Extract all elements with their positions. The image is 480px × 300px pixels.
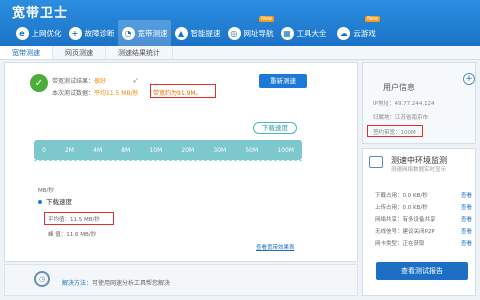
app-title: 宽带卫士: [12, 6, 69, 21]
tick-label: 4M: [93, 146, 103, 154]
rocket-icon: ➶: [132, 76, 139, 85]
view-link[interactable]: 查看: [461, 203, 472, 211]
retest-button[interactable]: 重新测速: [259, 74, 307, 88]
view-link[interactable]: 查看: [461, 215, 472, 223]
tick-label: 8M: [121, 146, 131, 154]
view-report-button[interactable]: 查看测试报告: [376, 262, 468, 280]
monitor-row: 网卡类型：正在获取: [375, 241, 425, 247]
tick-label: 10M: [149, 146, 163, 154]
new-badge: New: [259, 16, 274, 22]
result-line: 带宽测试结果：很好: [52, 78, 107, 85]
nav-item-cloud[interactable]: ☁ 云游戏 New: [330, 16, 383, 46]
plus-icon[interactable]: +: [463, 73, 475, 85]
tick-label: 20M: [181, 146, 195, 154]
tip-bar: [4, 264, 358, 296]
view-link[interactable]: 查看: [461, 191, 472, 199]
clock-icon: ◷: [34, 271, 50, 287]
tab-web[interactable]: 网页测速: [53, 46, 106, 59]
bandwidth-equiv: 带宽约为91.9M。: [153, 90, 202, 97]
chart-link[interactable]: 查看宽带效果表: [256, 243, 295, 251]
plus-cross-icon: +: [68, 26, 82, 40]
nav-item-speedtest[interactable]: ◔ 宽带测速: [118, 20, 171, 46]
download-peak: 峰 值：11.6 MB/秒: [48, 232, 97, 238]
nav-item-sites[interactable]: ◎ 网址导航 New: [224, 16, 277, 46]
nav-item-diagnose[interactable]: + 故障诊断: [65, 20, 118, 46]
user-title: 用户信息: [383, 83, 415, 92]
nav-item-boost[interactable]: ▲ 智能提速: [171, 20, 224, 46]
tick-label: 30M: [213, 146, 227, 154]
monitor-subtitle: 测速网络数据实时显示: [391, 167, 447, 173]
speed-icon: ◔: [121, 26, 135, 40]
download-title: 下载速度: [46, 198, 72, 206]
speed-tag: 下载速度: [253, 122, 297, 134]
monitor-row: 无线信号：建议关闭P2P: [375, 229, 435, 235]
gauge-baseline: [34, 160, 302, 166]
tick-label: 100M: [277, 146, 294, 154]
monitor-icon: [369, 156, 383, 168]
monitor-row: 上传占用：0.0 KB/秒: [375, 205, 428, 211]
gauge-ticks: 0 2M 4M 8M 10M 20M 30M 50M 100M: [34, 140, 302, 160]
tab-broadband[interactable]: 宽带测速: [0, 46, 53, 59]
toolbox-icon: ▦: [280, 26, 294, 40]
tab-stats[interactable]: 测速结果统计: [106, 46, 173, 59]
nav-item-tools[interactable]: ▦ 工具大全: [277, 20, 330, 46]
sub-tabs: 宽带测速 网页测速 测速结果统计: [0, 46, 480, 60]
new-badge: New: [365, 16, 380, 22]
user-card: 用户信息 + IP地址：49.77.244.124 归属地：江苏省南京市 签约带…: [362, 62, 476, 144]
top-bar: 宽带卫士 e 上网优化 + 故障诊断 ◔ 宽带测速 ▲ 智能提速 ◎ 网址导航 New ▦ 工…: [0, 0, 480, 52]
monitor-row: 网络共享：有多设备共享: [375, 217, 436, 223]
tick-label: 2M: [64, 146, 74, 154]
rocket-icon: ▲: [174, 26, 188, 40]
region-line: 归属地：江苏省南京市: [373, 115, 429, 121]
axis-label: MB/秒: [38, 188, 54, 194]
ip-line: IP地址：49.77.244.124: [373, 101, 435, 107]
download-avg: 平均值：11.5 MB/秒: [48, 217, 100, 223]
bandwidth-line: 签约带宽：100M: [373, 130, 416, 136]
check-icon: ✓: [30, 74, 48, 92]
monitor-row: 下载占用：0.0 KB/秒: [375, 193, 428, 199]
view-link[interactable]: 查看: [461, 227, 472, 235]
bullet-icon: [38, 200, 42, 204]
tip-text: 解决方法：可使用网速分析工具帮您解决: [62, 280, 171, 287]
user-head: 用户信息: [369, 79, 469, 97]
view-link[interactable]: 查看: [461, 239, 472, 247]
nav-item-optimize[interactable]: e 上网优化: [12, 20, 65, 46]
compass-icon: ◎: [227, 26, 241, 40]
tick-label: 50M: [245, 146, 259, 154]
data-line: 本次测试数据：平均11.5 MB/秒: [52, 90, 139, 97]
speed-gauge: 0 2M 4M 8M 10M 20M 30M 50M 100M: [34, 140, 302, 160]
side-panel: 用户信息 + IP地址：49.77.244.124 归属地：江苏省南京市 签约带…: [362, 62, 476, 296]
globe-icon: e: [15, 26, 29, 40]
tick-label: 0: [42, 146, 46, 154]
cloud-icon: ☁: [337, 26, 351, 40]
main-nav: e 上网优化 + 故障诊断 ◔ 宽带测速 ▲ 智能提速 ◎ 网址导航 New ▦ 工具大全 ☁…: [12, 16, 480, 46]
